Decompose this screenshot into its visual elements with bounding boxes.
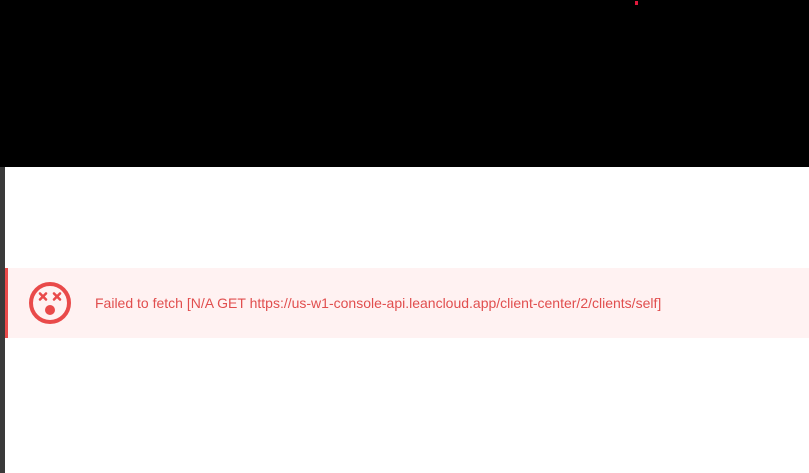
error-alert: Failed to fetch [N/A GET https://us-w1-c… [5, 268, 809, 338]
header-bar [0, 0, 809, 167]
indicator-dot [635, 1, 638, 5]
error-message: Failed to fetch [N/A GET https://us-w1-c… [95, 295, 662, 311]
dizzy-face-icon [29, 282, 71, 324]
